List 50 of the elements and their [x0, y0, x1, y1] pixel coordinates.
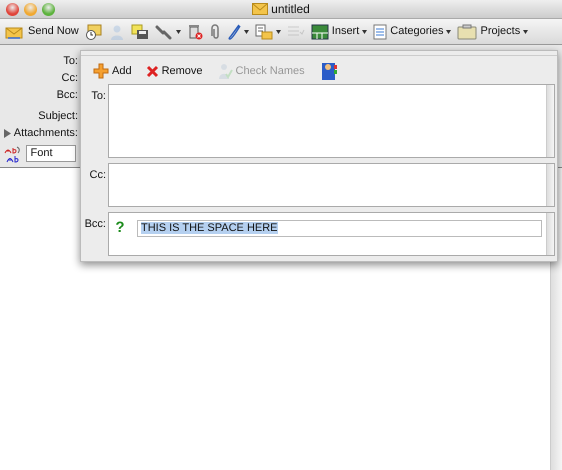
envelope-icon — [252, 3, 268, 15]
field-label: Cc: — [62, 71, 79, 86]
address-field[interactable] — [108, 163, 555, 207]
field-label: To: — [63, 54, 79, 69]
table-image-icon — [310, 24, 329, 40]
toolbar-icon-button[interactable] — [252, 24, 283, 40]
save-icon — [130, 24, 149, 40]
person-check-icon — [216, 63, 233, 79]
list-icon — [373, 24, 388, 40]
address-entry-field[interactable]: THIS IS THE SPACE HERE — [137, 220, 542, 237]
attachments-toggle[interactable]: Attachments: — [4, 125, 80, 142]
spelling-icon — [2, 144, 23, 163]
toolbar-icon-button[interactable] — [152, 24, 183, 40]
close-button[interactable] — [6, 2, 19, 16]
caret-icon — [276, 30, 281, 34]
field-label: Bcc: — [84, 217, 107, 232]
person-icon — [108, 24, 125, 40]
address-field[interactable] — [108, 84, 555, 158]
link-icon — [154, 24, 173, 40]
clipboard-icon — [457, 24, 478, 40]
caret-icon — [446, 30, 452, 34]
field-label: Cc: — [88, 168, 107, 183]
document-envelope-icon — [254, 24, 273, 40]
toolbar-button[interactable]: Remove — [144, 62, 205, 80]
unresolved-icon: ? — [113, 217, 127, 240]
disclosure-triangle-icon — [4, 129, 12, 138]
window-title: untitled — [271, 1, 310, 18]
address-field[interactable]: ? THIS IS THE SPACE HERE — [108, 212, 555, 256]
font-field[interactable]: Font — [26, 145, 76, 162]
toolbar-button[interactable]: Add — [91, 62, 134, 80]
pen-icon — [226, 24, 241, 40]
caret-icon — [176, 30, 181, 34]
zoom-button[interactable] — [42, 2, 55, 16]
field-label: Subject: — [38, 109, 79, 124]
calendar-clock-icon — [84, 24, 103, 40]
toolbar-button[interactable]: Insert — [308, 23, 370, 40]
toolbar-icon-button[interactable] — [128, 24, 151, 40]
plus-icon — [93, 63, 109, 79]
x-icon — [146, 64, 159, 78]
toolbar-button[interactable]: Categories — [371, 23, 454, 40]
selected-text: THIS IS THE SPACE HERE — [141, 222, 278, 234]
caret-icon — [362, 30, 368, 34]
field-label: Bcc: — [56, 88, 79, 103]
caret-icon — [523, 30, 528, 34]
toolbar-button[interactable]: Projects — [455, 23, 530, 40]
toolbar-button[interactable]: Send Now — [3, 23, 81, 40]
field-label: To: — [90, 89, 107, 104]
trash-delete-icon — [186, 24, 203, 40]
caret-icon — [244, 30, 249, 34]
paperclip-icon — [208, 24, 221, 40]
